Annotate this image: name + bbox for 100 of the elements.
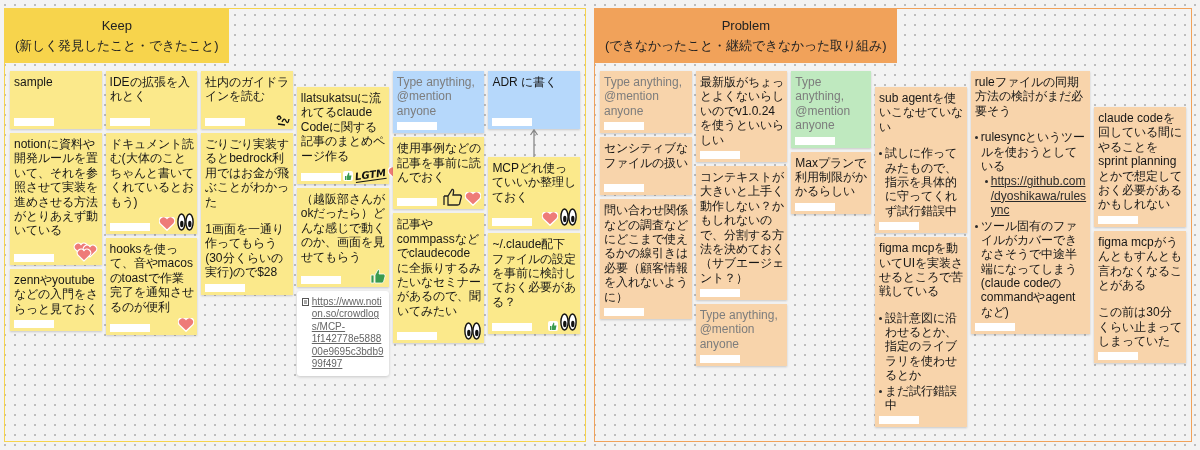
name-tag <box>795 136 836 145</box>
sticky-note[interactable]: （越阪部さんがokだったら）どんな感じで動くのか、画面を見せてもらう <box>296 187 389 287</box>
note-text: MCPどれ使っていいか整理しておく <box>492 161 577 205</box>
sticky-note[interactable]: sub agentを使いこなせていない 試しに作ってみたもので、指示を具体的に守ってくれず試行錯誤中 <box>875 87 967 234</box>
name-tag <box>396 122 437 131</box>
section-title: Keep <box>101 17 132 33</box>
note-text: この前は30分くらい止まってしまっていた <box>1098 305 1183 349</box>
bullet-text: 試しに作ってみたもので、指示を具体的に守ってくれず試行錯誤中 <box>885 146 959 219</box>
note-text: zennやyoutubeなどの入門をさらっと見ておく <box>14 272 99 316</box>
name-tag <box>604 184 644 193</box>
sticky-note[interactable]: figma mcpを動いてUIを実装させるところで苦戦している 設計意図に沿わせるとか、指定のライブラリを使わせるとか まだ試行錯誤中 <box>875 237 967 428</box>
note-text: figma mcpがうんともすんとも言わなくなることがある <box>1098 234 1183 293</box>
eyes-icon <box>464 322 482 341</box>
name-tag <box>604 307 644 316</box>
note-text: notionに資料や開発ルールを置いて、それを参照させて実装を進めさせる方法がとりあえず動いている <box>14 137 99 238</box>
bullet-icon <box>984 180 988 184</box>
name-tag <box>300 172 341 181</box>
name-tag <box>699 150 740 159</box>
placeholder-text: Type anything, @mention anyone <box>396 75 476 119</box>
note-text: llatsukatsuに流れてるclaude Codeに関する記事のまとめページ作る <box>300 91 386 163</box>
sticky-note[interactable]: MCPどれ使っていいか整理しておく <box>488 157 580 230</box>
link[interactable]: https://github.com/dyoshikawa/rulesync <box>990 174 1088 218</box>
note-text: ごりごり実装するとbedrock利用ではお金が飛ぶことがわかった <box>205 137 290 209</box>
name-tag <box>109 323 150 332</box>
name-tag <box>699 289 740 298</box>
section-subtitle: (新しく発見したこと・できたこと) <box>15 36 219 55</box>
placeholder-text: Type anything, @mention anyone <box>795 75 852 133</box>
name-tag <box>1098 352 1139 361</box>
sticky-note[interactable]: sample <box>10 71 102 129</box>
note-text: ADR に書く <box>492 75 559 90</box>
sticky-note[interactable]: ドキュメント読む(大体のことちゃんと書いてくれているとおもう) <box>105 133 198 234</box>
sticky-note[interactable]: 社内のガイドラインを読む <box>201 71 293 129</box>
bullet-text: まだ試行錯誤中 <box>885 383 959 413</box>
thumbs-up-icon <box>547 321 558 332</box>
bullet-text: 設計意図に沿わせるとか、指定のライブラリを使わせるとか <box>885 310 959 383</box>
sticky-note[interactable]: claude codeを回している間にやることをsprint planningとかで想定しておく必要があるかもしれない <box>1094 107 1186 227</box>
note-text: 記事やcommpassなどでclaudecodeに全振りするみたいなセミナーがあるので、聞いてみたい <box>396 217 482 319</box>
sticky-note[interactable]: 記事やcommpassなどでclaudecodeに全振りするみたいなセミナーがあるので、聞いてみたい <box>392 213 485 344</box>
note-text: claude codeを回している間にやることをsprint planningとかで想定しておく必要があるかもしれない <box>1098 111 1183 212</box>
sticky-note[interactable]: zennやyoutubeなどの入門をさらっと見ておく <box>10 268 102 331</box>
note-text: 最新版がちょっとよくないらしいのでv1.0.24を使うといいらしい <box>699 75 785 147</box>
note-text: 1画面を一通り作ってもらう(30分くらいの実行)ので$28 <box>205 221 285 280</box>
name-tag <box>1098 215 1139 224</box>
name-tag <box>14 253 54 262</box>
name-tag <box>699 355 740 364</box>
section-subtitle: (できなかったこと・継続できなかった取り組み) <box>605 36 887 55</box>
eyes-icon <box>559 313 577 332</box>
note-text: sample <box>14 75 54 90</box>
sticky-note[interactable]: Maxプランで利用制限がかかるらしい <box>791 151 872 214</box>
thumbs-up-icon <box>443 188 464 207</box>
heart-icon <box>465 192 482 207</box>
bullet-text: rulesyncというツールを使おうとしている <box>980 130 1087 174</box>
sticky-note[interactable]: コンテキストが大きいと上手く動作しない？かもしれないので、分割する方法を決めておく（サブエージェント？） <box>695 165 788 301</box>
placeholder-text: Type anything, @mention anyone <box>699 308 779 352</box>
note-text: 社内のガイドラインを読む <box>205 75 290 104</box>
note-text: コンテキストが大きいと上手く動作しない？かもしれないので、分割する方法を決めておく（サブエージェント？） <box>699 169 785 286</box>
sticky-note[interactable]: hooksを使って、音やmacosのtoastで作業完了を通知させるのが便利 <box>105 237 198 335</box>
name-tag <box>109 222 150 231</box>
thumbs-up-icon <box>369 267 386 284</box>
name-tag <box>492 218 533 227</box>
bullet-icon <box>974 224 978 228</box>
name-tag <box>879 222 920 231</box>
hearts-icon <box>72 241 99 262</box>
sticky-note[interactable]: ~/.claude配下ファイルの設定を事前に検討しておく必要がある？ <box>488 233 580 335</box>
placeholder-text: Type anything, @mention anyone <box>604 75 684 119</box>
note-text: hooksを使って、音やmacosのtoastで作業完了を通知させるのが便利 <box>109 241 195 314</box>
bullet-icon <box>879 152 883 156</box>
bullet-text: ツール固有のファイルがカバーできなさそうで中途半端になってしまう(claude codeのcommandやagentなど) <box>980 218 1078 320</box>
name-tag <box>396 198 437 207</box>
eyes-icon <box>177 212 195 231</box>
sticky-note[interactable]: notionに資料や開発ルールを置いて、それを参照させて実装を進めさせる方法がとりあえず動いている <box>10 133 102 265</box>
doodle-icon <box>275 114 290 126</box>
sticky-note[interactable]: ADR に書く <box>488 71 580 129</box>
name-tag <box>109 118 150 126</box>
sticky-note[interactable]: 使用事例などの記事を事前に読んでおく <box>392 137 485 210</box>
sticky-note[interactable]: ごりごり実装するとbedrock利用ではお金が飛ぶことがわかった 1画面を一通り作ってもらう(30分くらいの実行)ので$28 <box>201 133 293 295</box>
bullet-icon <box>879 389 883 393</box>
name-tag <box>396 332 437 341</box>
sticky-note[interactable]: IDEの拡張を入れとく <box>105 71 198 129</box>
note-text: 問い合わせ関係などの調査などにどこまで使えるかの線引きは必要（顧客情報を入れないように） <box>604 203 689 304</box>
name-tag <box>14 118 54 126</box>
note-text: センシティブなファイルの扱い <box>604 141 689 170</box>
name-tag <box>205 283 246 292</box>
name-tag <box>492 323 533 332</box>
link[interactable]: https://www.notion.so/crowdlogs/MCP-1f142778e588800e9695c3bdb999f497 <box>311 295 384 371</box>
note-text: 使用事例などの記事を事前に読んでおく <box>396 141 482 185</box>
note-text: ドキュメント読む(大体のことちゃんと書いてくれているとおもう) <box>109 137 195 209</box>
heart-icon <box>541 212 558 227</box>
name-tag <box>492 118 533 126</box>
heart-icon <box>159 216 176 231</box>
sticky-note[interactable]: センシティブなファイルの扱い <box>600 137 692 196</box>
note-text: （越阪部さんがokだったら）どんな感じで動くのか、画面を見せてもらう <box>300 191 386 264</box>
sticky-note[interactable]: 問い合わせ関係などの調査などにどこまで使えるかの線引きは必要（顧客情報を入れないように） <box>600 199 692 319</box>
sticky-note[interactable]: ruleファイルの同期方法の検討がまだ必要そう rulesyncというツールを使おうとしている https://github.com/dyoshikawa/rulesync ツール固有のファイルがカバーできなさそうで中途半端になってしまう(claude codeのcommandやagentなど) <box>970 71 1091 335</box>
section-title: Problem <box>721 17 771 33</box>
sticky-note[interactable]: 最新版がちょっとよくないらしいのでv1.0.24を使うといいらしい <box>695 71 788 162</box>
eyes-icon <box>559 208 577 227</box>
note-text: Maxプランで利用制限がかかるらしい <box>795 155 869 199</box>
name-tag <box>879 416 920 425</box>
sticky-note[interactable]: figma mcpがうんともすんとも言わなくなることがある この前は30分くらい止まってしまっていた <box>1094 230 1186 364</box>
